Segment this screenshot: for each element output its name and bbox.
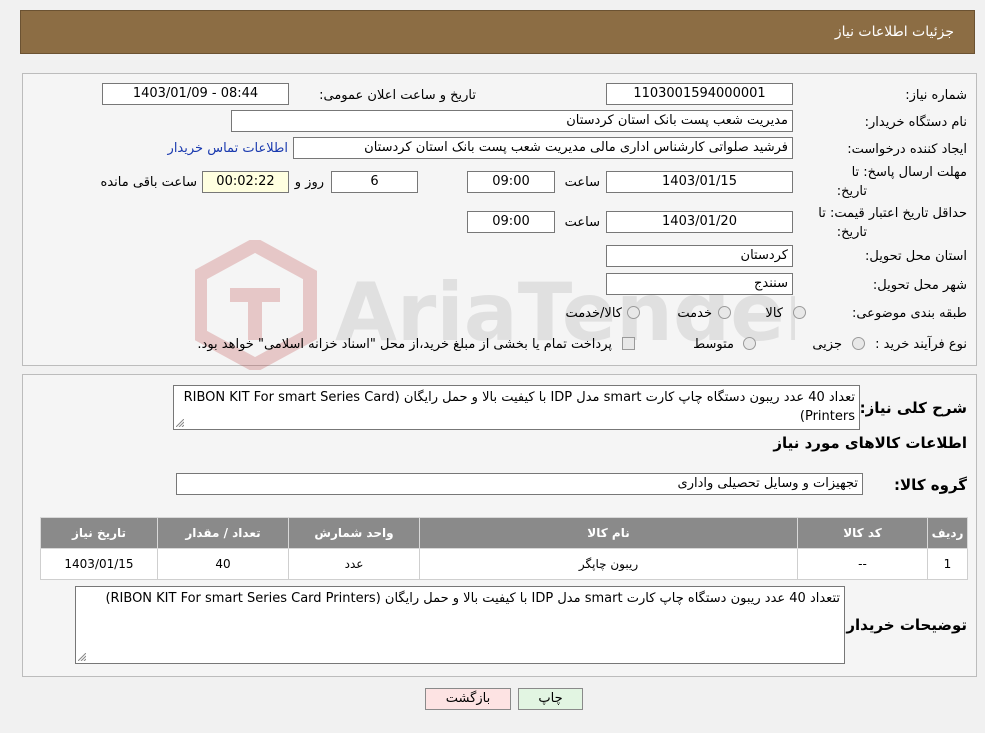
category-service-radio[interactable] — [718, 306, 731, 319]
col-header-row-num: ردیف — [927, 517, 968, 549]
process-minor-radio[interactable] — [852, 337, 865, 350]
cell-quantity: 40 — [157, 548, 289, 580]
buyer-notes-text: تتعداد 40 عدد ریبون دستگاه چاپ کارت smar… — [105, 591, 840, 606]
creator-label: ایجاد کننده درخواست: — [847, 142, 967, 157]
goods-table: ردیف کد کالا نام کالا واحد شمارش تعداد /… — [40, 517, 968, 580]
province-label: استان محل تحویل: — [865, 249, 967, 264]
buyer-contact-link[interactable]: اطلاعات تماس خریدار — [168, 141, 288, 156]
deadline-label: مهلت ارسال پاسخ: تا — [851, 165, 967, 180]
price-validity-date-field: 1403/01/20 — [606, 211, 793, 233]
days-label: روز و — [294, 175, 324, 190]
table-row: 1 -- ریبون چاپگر عدد 40 1403/01/15 — [40, 548, 968, 580]
deadline-time-label: ساعت — [564, 175, 600, 190]
page-header: جزئیات اطلاعات نیاز — [20, 10, 975, 54]
buyer-org-field: مدیریت شعب پست بانک استان کردستان — [231, 110, 793, 132]
city-field: سنندج — [606, 273, 793, 295]
cell-code: -- — [797, 548, 928, 580]
treasury-checkbox[interactable] — [622, 337, 635, 350]
remaining-time-field: 00:02:22 — [202, 171, 289, 193]
province-field: کردستان — [606, 245, 793, 267]
col-header-date: تاریخ نیاز — [40, 517, 158, 549]
price-validity-time-field: 09:00 — [467, 211, 555, 233]
days-field: 6 — [331, 171, 418, 193]
summary-textarea: تعداد 40 عدد ریبون دستگاه چاپ کارت smart… — [173, 385, 860, 430]
col-header-unit: واحد شمارش — [288, 517, 420, 549]
deadline-time-field: 09:00 — [467, 171, 555, 193]
remaining-time-label: ساعت باقی مانده — [100, 175, 197, 190]
buyer-notes-label: توضیحات خریدار: — [840, 616, 967, 634]
resize-handle-icon[interactable] — [176, 419, 184, 427]
category-goods-service-label: کالا/خدمت — [565, 306, 622, 321]
col-header-code: کد کالا — [797, 517, 928, 549]
col-header-quantity: تعداد / مقدار — [157, 517, 289, 549]
category-goods-service-radio[interactable] — [627, 306, 640, 319]
cell-unit: عدد — [288, 548, 420, 580]
resize-handle-icon[interactable] — [78, 653, 86, 661]
buyer-org-label: نام دستگاه خریدار: — [864, 115, 967, 130]
need-number-label: شماره نیاز: — [905, 88, 967, 103]
process-medium-label: متوسط — [693, 337, 734, 352]
deadline-date-field: 1403/01/15 — [606, 171, 793, 193]
goods-group-label: گروه کالا: — [894, 476, 967, 494]
price-validity-label: حداقل تاریخ اعتبار قیمت: تا — [818, 206, 967, 221]
print-button[interactable]: چاپ — [518, 688, 583, 710]
price-validity-time-label: ساعت — [564, 215, 600, 230]
deadline-label-date: تاریخ: — [836, 184, 867, 199]
buyer-notes-textarea: تتعداد 40 عدد ریبون دستگاه چاپ کارت smar… — [75, 586, 845, 664]
city-label: شهر محل تحویل: — [872, 278, 967, 293]
goods-group-field: تجهیزات و وسایل تحصیلی واداری — [176, 473, 863, 495]
category-service-label: خدمت — [677, 306, 712, 321]
col-header-name: نام کالا — [419, 517, 798, 549]
process-medium-radio[interactable] — [743, 337, 756, 350]
need-number-field: 1103001594000001 — [606, 83, 793, 105]
table-header-row: ردیف کد کالا نام کالا واحد شمارش تعداد /… — [40, 517, 968, 549]
announce-datetime-field: 1403/01/09 - 08:44 — [102, 83, 289, 105]
cell-name: ریبون چاپگر — [419, 548, 798, 580]
goods-info-title: اطلاعات کالاهای مورد نیاز — [773, 434, 967, 452]
category-label: طبقه بندی موضوعی: — [851, 306, 967, 321]
category-goods-label: کالا — [765, 306, 783, 321]
cell-date: 1403/01/15 — [40, 548, 158, 580]
payment-note: پرداخت تمام یا بخشی از مبلغ خرید،از محل … — [197, 337, 612, 352]
back-button[interactable]: بازگشت — [425, 688, 511, 710]
process-minor-label: جزیی — [812, 337, 842, 352]
category-goods-radio[interactable] — [793, 306, 806, 319]
summary-text: تعداد 40 عدد ریبون دستگاه چاپ کارت smart… — [183, 390, 855, 424]
price-validity-label-date: تاریخ: — [836, 225, 867, 240]
summary-label: شرح کلی نیاز: — [859, 399, 967, 417]
creator-field: فرشید صلواتی کارشناس اداری مالی مدیریت ش… — [293, 137, 793, 159]
process-type-label: نوع فرآیند خرید : — [875, 337, 967, 352]
announce-datetime-label: تاریخ و ساعت اعلان عمومی: — [319, 88, 476, 103]
cell-row-num: 1 — [927, 548, 968, 580]
page-title: جزئیات اطلاعات نیاز — [834, 24, 954, 40]
